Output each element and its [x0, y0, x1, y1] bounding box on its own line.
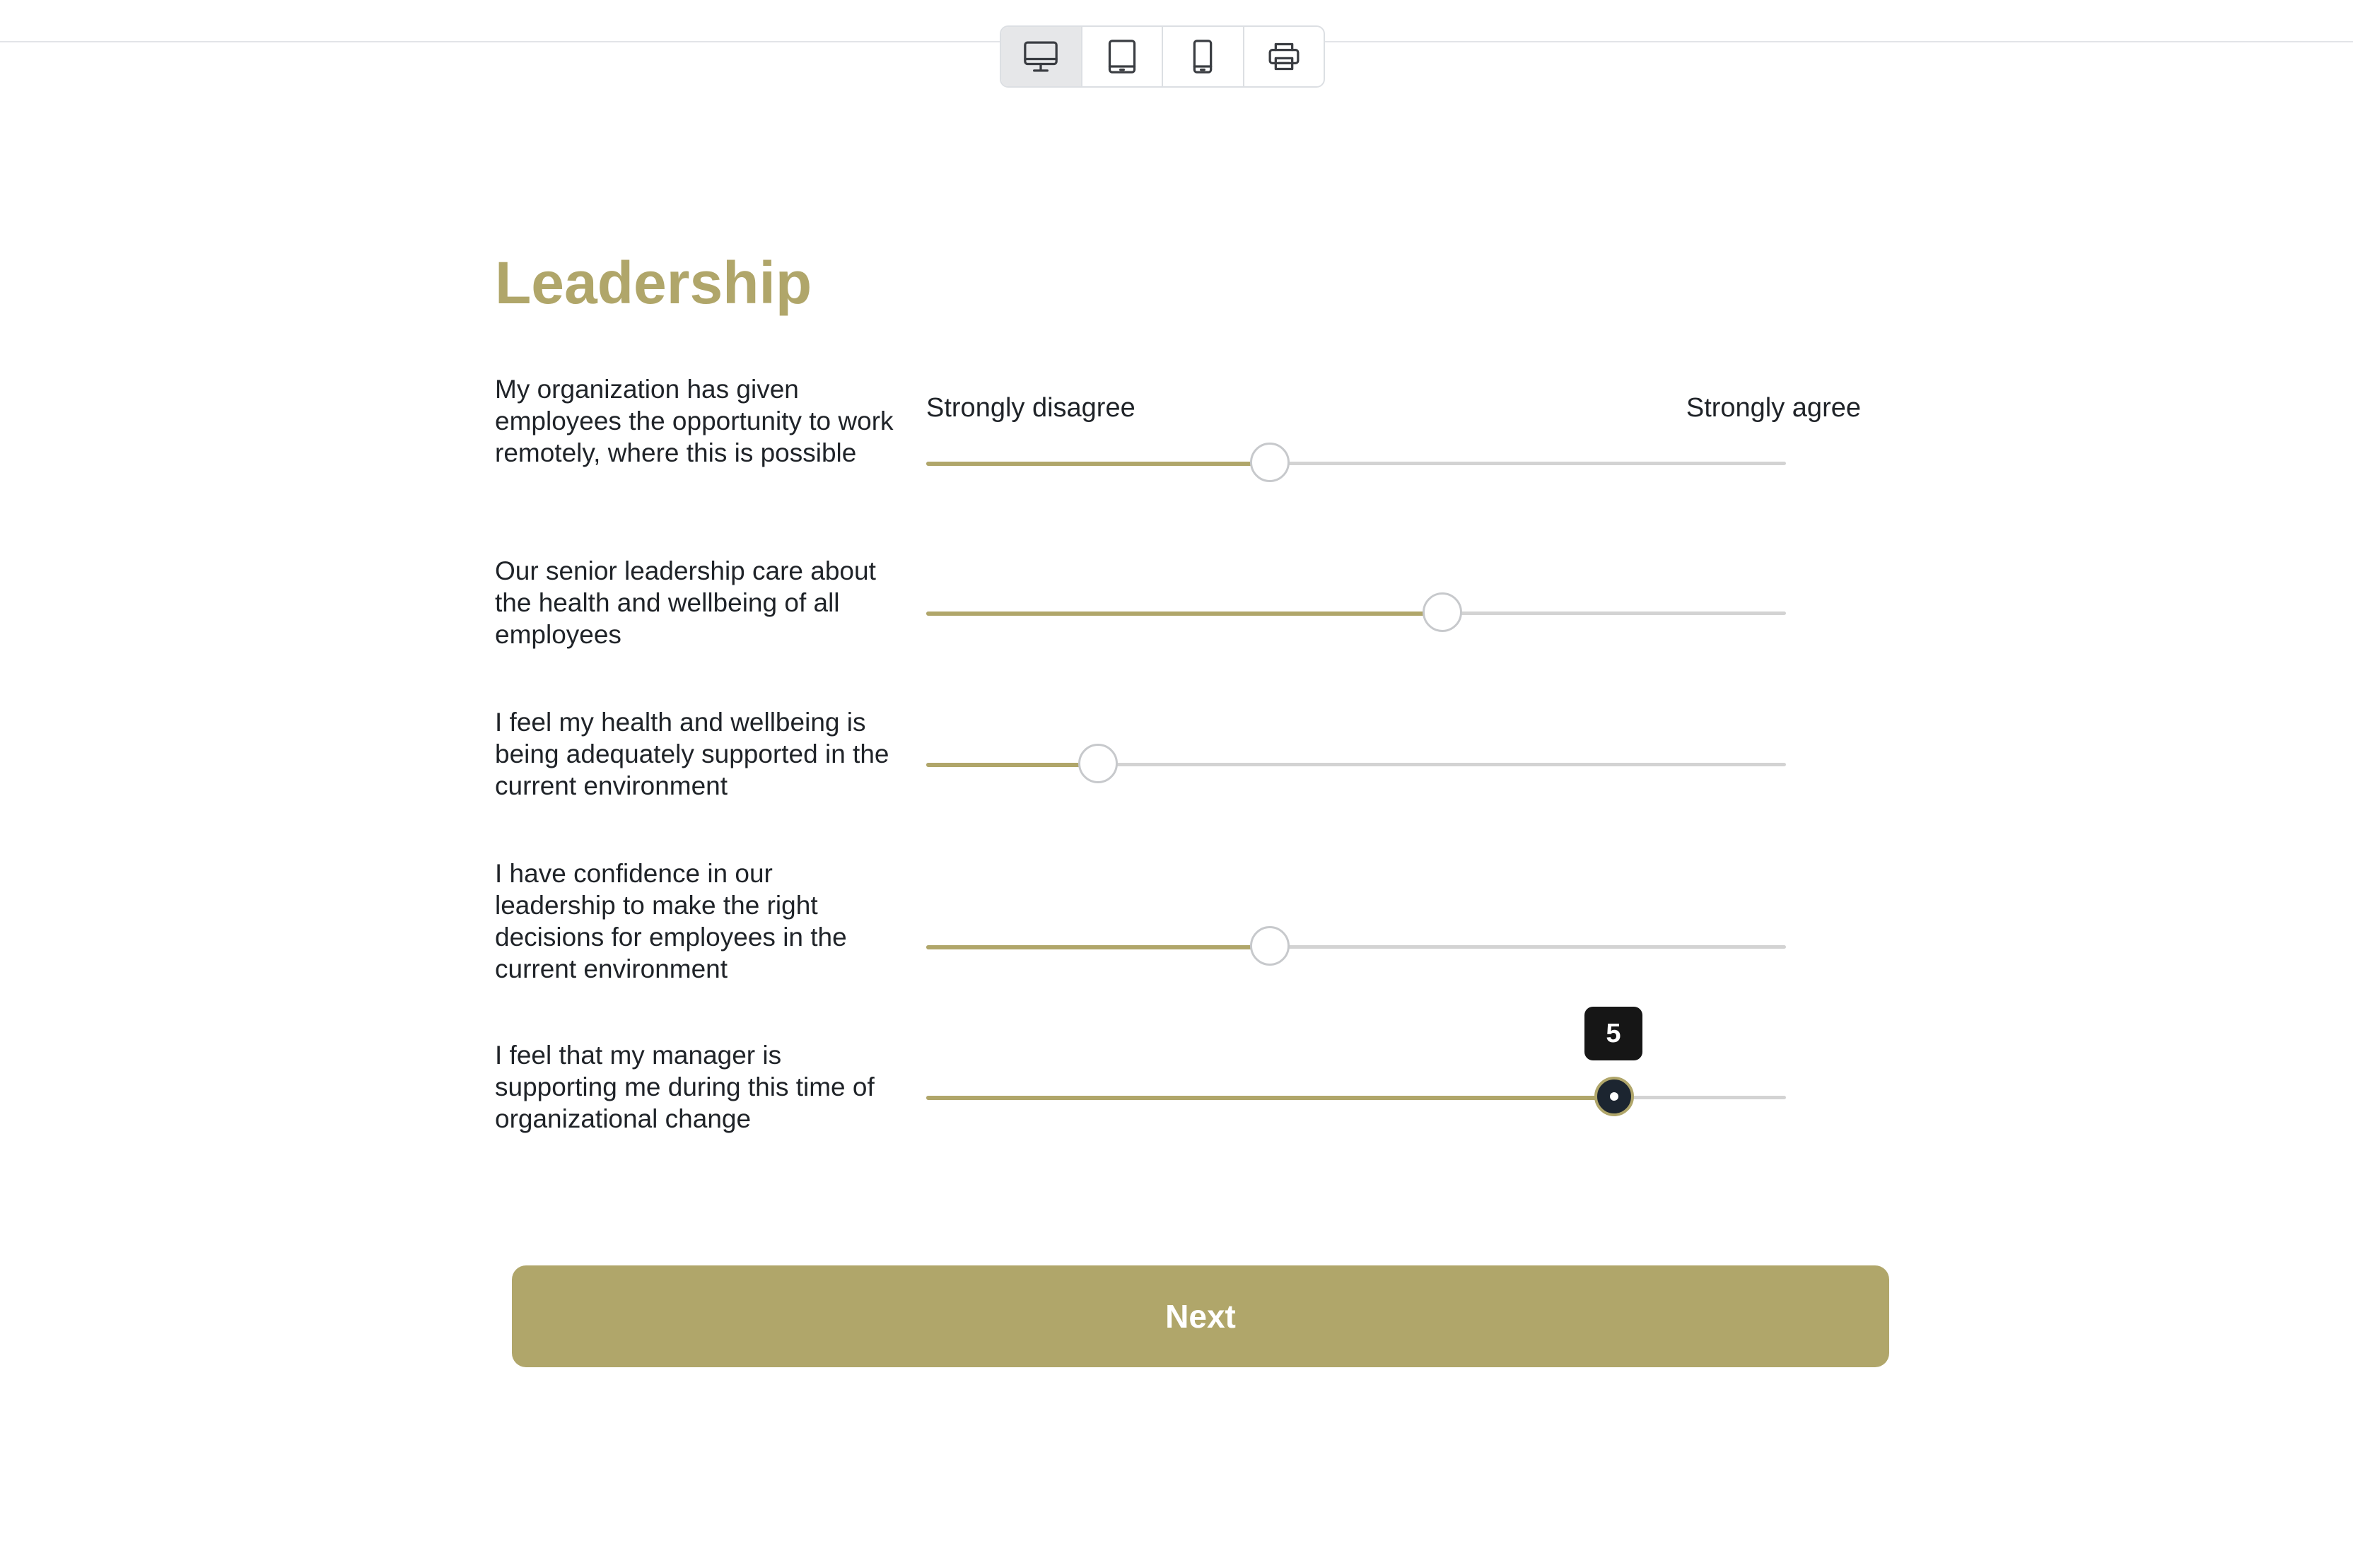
question-4-text: I have confidence in our leadership to m…: [495, 859, 847, 983]
print-icon: [1268, 42, 1300, 71]
question-4-slider[interactable]: [926, 925, 1786, 968]
slider-thumb[interactable]: [1250, 443, 1290, 482]
slider-fill: [926, 462, 1271, 466]
print-view-button[interactable]: [1244, 27, 1324, 86]
slider-thumb[interactable]: [1422, 592, 1462, 632]
question-3-slider[interactable]: [926, 743, 1786, 785]
tablet-icon: [1108, 40, 1135, 74]
question-3-text: I feel my health and wellbeing is being …: [495, 708, 889, 800]
question-2-slider[interactable]: [926, 592, 1786, 634]
next-button[interactable]: Next: [512, 1265, 1889, 1367]
question-5-slider[interactable]: [926, 1076, 1786, 1118]
question-5-text: I feel that my manager is supporting me …: [495, 1041, 875, 1133]
slider-fill: [926, 612, 1442, 616]
slider-thumb[interactable]: [1250, 926, 1290, 966]
device-preview-toolbar: [1000, 25, 1325, 88]
question-1-slider[interactable]: [926, 442, 1786, 484]
mobile-view-button[interactable]: [1163, 27, 1244, 86]
slider-value-tooltip: 5: [1584, 1007, 1642, 1060]
scale-labels: Strongly disagree Strongly agree: [926, 393, 1861, 428]
scale-min-label: Strongly disagree: [926, 393, 1135, 423]
slider-fill: [926, 1096, 1614, 1100]
desktop-icon: [1024, 41, 1058, 72]
slider-fill: [926, 945, 1271, 949]
slider-thumb[interactable]: [1078, 744, 1119, 783]
question-2-text: Our senior leadership care about the hea…: [495, 556, 876, 649]
scale-max-label: Strongly agree: [1686, 393, 1861, 423]
desktop-view-button[interactable]: [1001, 27, 1082, 86]
question-1-text: My organization has given employees the …: [495, 375, 894, 467]
tablet-view-button[interactable]: [1082, 27, 1163, 86]
slider-fill: [926, 763, 1099, 767]
section-title: Leadership: [495, 250, 812, 316]
slider-thumb[interactable]: [1594, 1077, 1634, 1116]
mobile-icon: [1193, 40, 1213, 74]
